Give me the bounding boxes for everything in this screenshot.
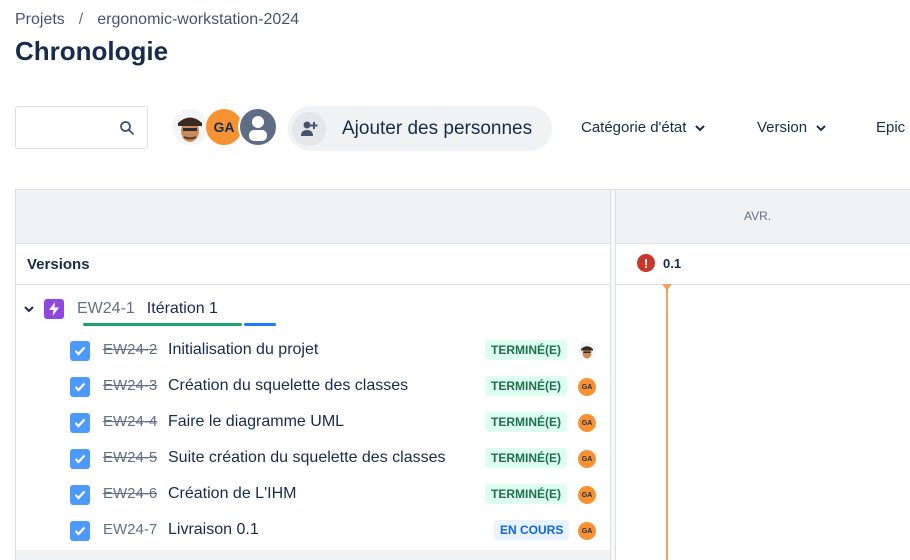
status-category-filter[interactable]: Catégorie d'état: [581, 119, 706, 136]
status-badge[interactable]: TERMINÉ(E): [485, 484, 567, 504]
search-input[interactable]: [24, 109, 123, 149]
issue-summary[interactable]: Création du squelette des classes: [168, 377, 408, 395]
panel-resize-handle[interactable]: [610, 190, 616, 560]
version-filter[interactable]: Version: [757, 119, 827, 136]
issue-summary[interactable]: Initialisation du projet: [168, 341, 318, 359]
status-badge[interactable]: TERMINÉ(E): [485, 448, 567, 468]
epic-progress-in-progress: [244, 323, 276, 326]
versions-divider: [16, 284, 910, 285]
page-title: Chronologie: [15, 36, 169, 66]
assignee-avatar[interactable]: GA: [578, 522, 596, 540]
user-photo-icon: [172, 109, 208, 145]
add-people-label: Ajouter des personnes: [342, 117, 533, 139]
issue-row[interactable]: EW24-4 Faire le diagramme UML TERMINÉ(E)…: [16, 406, 610, 442]
issue-key[interactable]: EW24-4: [103, 413, 157, 430]
issue-row[interactable]: EW24-5 Suite création du squelette des c…: [16, 442, 610, 478]
version-filter-label: Version: [757, 119, 808, 136]
issue-key[interactable]: EW24-6: [103, 485, 157, 502]
avatar-default-user[interactable]: [238, 107, 278, 147]
task-checkbox-icon[interactable]: [70, 413, 90, 433]
issue-summary[interactable]: Suite création du squelette des classes: [168, 449, 446, 467]
chevron-down-icon: [695, 124, 706, 131]
lightning-icon: [44, 299, 64, 319]
task-checkbox-icon[interactable]: [70, 341, 90, 361]
epic-filter-label: Epic: [876, 119, 906, 136]
epic-row[interactable]: EW24-1 Itération 1: [16, 294, 218, 324]
breadcrumb-project-link[interactable]: ergonomic-workstation-2024: [97, 11, 299, 29]
issue-row[interactable]: EW24-2 Initialisation du projet TERMINÉ(…: [16, 334, 610, 370]
status-badge[interactable]: TERMINÉ(E): [485, 412, 567, 432]
task-checkbox-icon[interactable]: [70, 521, 90, 541]
today-marker: [666, 285, 668, 560]
task-checkbox-icon[interactable]: [70, 377, 90, 397]
epic-filter[interactable]: Epic: [876, 119, 905, 136]
issue-key[interactable]: EW24-3: [103, 377, 157, 394]
task-checkbox-icon[interactable]: [70, 485, 90, 505]
chevron-down-icon: [816, 124, 826, 131]
issue-row[interactable]: EW24-6 Création de L'IHM TERMINÉ(E) GA: [16, 478, 610, 514]
issue-summary[interactable]: Livraison 0.1: [168, 521, 259, 539]
issue-key[interactable]: EW24-2: [103, 341, 157, 358]
assignee-avatar[interactable]: GA: [578, 486, 596, 504]
assignee-avatar[interactable]: GA: [578, 378, 596, 396]
issue-summary[interactable]: Création de L'IHM: [168, 485, 296, 503]
epic-title[interactable]: Itération 1: [147, 300, 218, 318]
today-marker-head: [662, 284, 672, 291]
breadcrumb: Projets / ergonomic-workstation-2024: [15, 11, 299, 29]
list-header: [16, 190, 612, 243]
status-badge[interactable]: TERMINÉ(E): [485, 376, 567, 396]
epic-progress-done: [83, 323, 242, 326]
epic-key[interactable]: EW24-1: [77, 300, 135, 318]
month-label: AVR.: [744, 209, 772, 223]
search-icon: [120, 121, 134, 135]
status-category-filter-label: Catégorie d'état: [581, 119, 687, 136]
add-people-button[interactable]: Ajouter des personnes: [288, 106, 552, 151]
version-name[interactable]: 0.1: [663, 256, 681, 271]
status-badge[interactable]: TERMINÉ(E): [485, 340, 567, 360]
versions-label: Versions: [27, 256, 90, 273]
next-row-edge: [16, 550, 610, 560]
task-checkbox-icon[interactable]: [70, 449, 90, 469]
search-box[interactable]: [15, 106, 148, 149]
breadcrumb-separator: /: [78, 11, 84, 28]
assignee-avatar[interactable]: GA: [578, 414, 596, 432]
issue-row[interactable]: EW24-3 Création du squelette des classes…: [16, 370, 610, 406]
issue-key[interactable]: EW24-7: [103, 521, 157, 538]
issue-key[interactable]: EW24-5: [103, 449, 157, 466]
issue-summary[interactable]: Faire le diagramme UML: [168, 413, 344, 431]
chevron-down-icon[interactable]: [22, 302, 36, 316]
breadcrumb-projects-link[interactable]: Projets: [15, 11, 65, 29]
header-divider: [16, 243, 910, 244]
add-person-icon: [292, 111, 326, 146]
assignee-avatar[interactable]: GA: [578, 450, 596, 468]
default-user-icon: [249, 116, 267, 141]
error-icon[interactable]: !: [637, 254, 655, 272]
assignee-avatar[interactable]: [578, 342, 596, 360]
issue-row[interactable]: EW24-7 Livraison 0.1 EN COURS GA: [16, 514, 610, 550]
status-badge[interactable]: EN COURS: [494, 520, 570, 540]
